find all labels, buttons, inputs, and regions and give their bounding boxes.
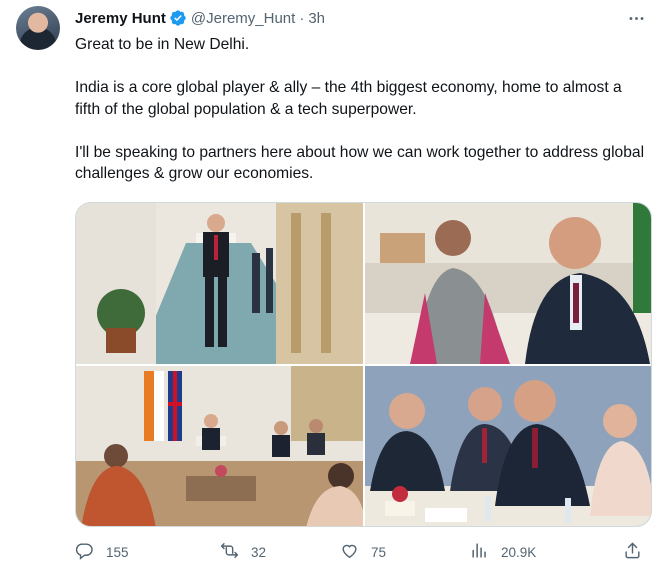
views-chart-icon bbox=[470, 541, 489, 563]
photo-roundtable[interactable] bbox=[365, 366, 651, 526]
share-button[interactable] bbox=[623, 538, 642, 566]
tweet-header: Jeremy Hunt @Jeremy_Hunt · 3h bbox=[75, 8, 325, 28]
handle[interactable]: @Jeremy_Hunt bbox=[191, 10, 295, 27]
tweet[interactable]: Jeremy Hunt @Jeremy_Hunt · 3h Great to b… bbox=[0, 0, 660, 572]
reply-count: 155 bbox=[106, 544, 129, 560]
views-button[interactable]: 20.9K bbox=[470, 538, 536, 566]
tweet-paragraph: Great to be in New Delhi. bbox=[75, 36, 250, 53]
separator-dot: · bbox=[299, 9, 305, 27]
share-icon bbox=[623, 541, 642, 563]
like-count: 75 bbox=[371, 544, 387, 560]
display-name[interactable]: Jeremy Hunt bbox=[75, 10, 166, 27]
tweet-paragraph: I'll be speaking to partners here about … bbox=[75, 143, 645, 183]
more-options-icon[interactable] bbox=[624, 6, 648, 30]
timestamp[interactable]: 3h bbox=[308, 10, 325, 27]
avatar[interactable] bbox=[16, 6, 60, 50]
photo-delegation-room[interactable] bbox=[76, 366, 363, 526]
retweet-icon bbox=[220, 541, 239, 563]
action-bar: 155 32 75 20.9K bbox=[70, 538, 652, 566]
photo-corridor-walk[interactable] bbox=[76, 203, 363, 364]
retweet-button[interactable]: 32 bbox=[220, 538, 266, 566]
media-grid bbox=[75, 202, 652, 527]
like-button[interactable]: 75 bbox=[340, 538, 386, 566]
tweet-paragraph: India is a core global player & ally – t… bbox=[75, 79, 622, 118]
reply-button[interactable]: 155 bbox=[75, 538, 129, 566]
heart-icon bbox=[340, 541, 359, 563]
photo-meeting-closeup[interactable] bbox=[365, 203, 651, 364]
tweet-text: Great to be in New Delhi. India is a cor… bbox=[75, 34, 645, 185]
verified-badge-icon bbox=[169, 9, 187, 27]
reply-icon bbox=[75, 541, 94, 563]
view-count: 20.9K bbox=[501, 544, 537, 560]
retweet-count: 32 bbox=[251, 544, 267, 560]
